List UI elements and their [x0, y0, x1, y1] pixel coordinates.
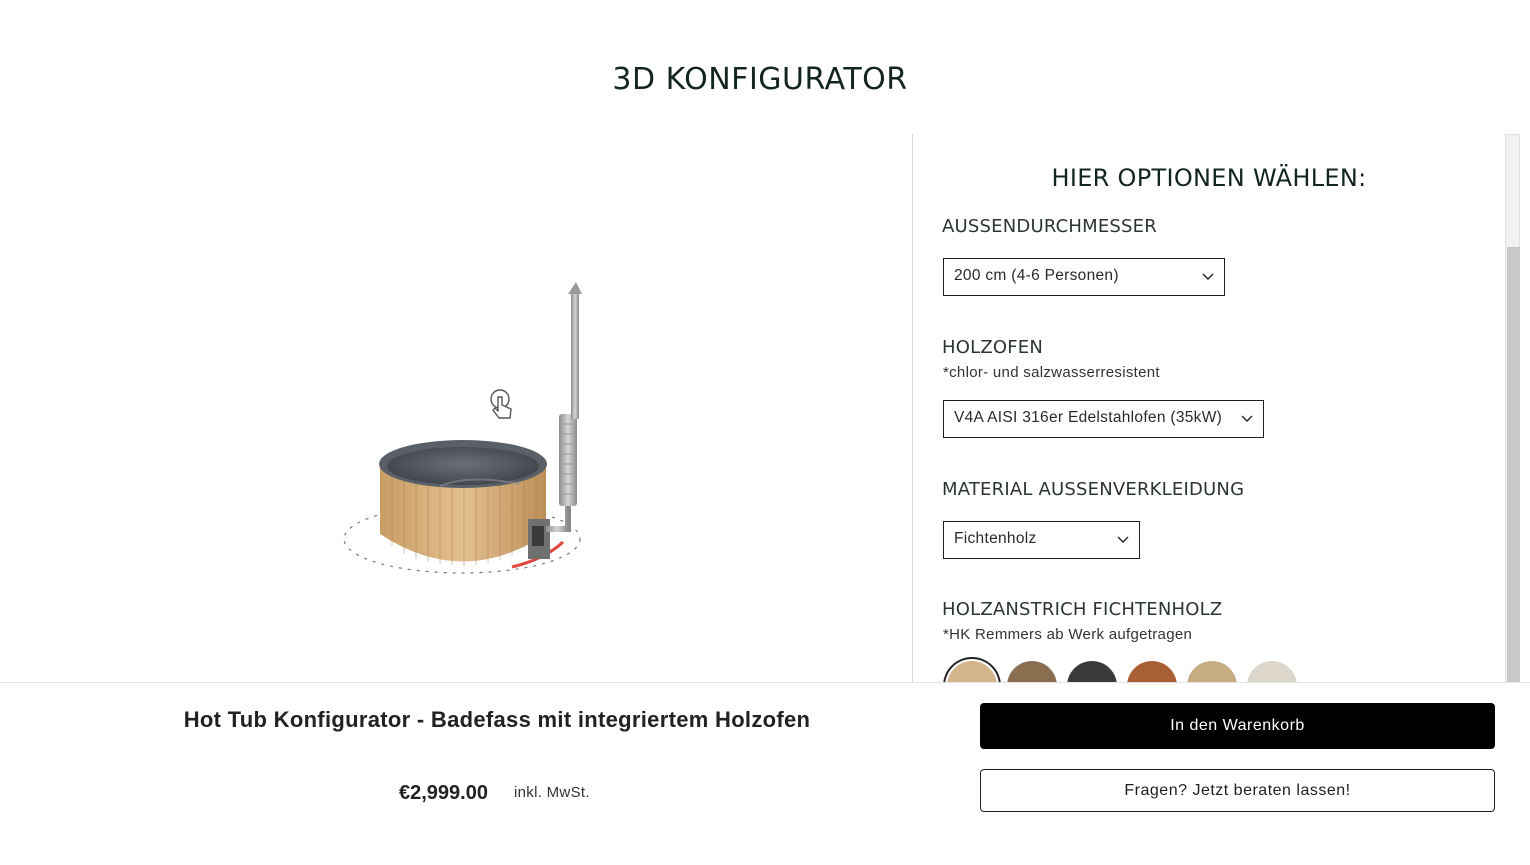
tax-note: inkl. MwSt. — [514, 784, 590, 801]
hot-tub-model[interactable] — [0, 134, 912, 682]
cladding-select[interactable]: Fichtenholz — [943, 521, 1140, 559]
stove-select-value: V4A AISI 316er Edelstahlofen (35kW) — [954, 409, 1223, 426]
chevron-down-icon — [1202, 273, 1214, 280]
chevron-down-icon — [1117, 536, 1129, 543]
finish-swatch[interactable] — [1007, 661, 1057, 682]
product-footer: Hot Tub Konfigurator - Badefass mit inte… — [0, 682, 1530, 865]
finish-note: *HK Remmers ab Werk aufgetragen — [943, 626, 1193, 643]
finish-swatch[interactable] — [947, 661, 997, 682]
finish-swatch[interactable] — [1067, 661, 1117, 682]
stove-select[interactable]: V4A AISI 316er Edelstahlofen (35kW) — [943, 400, 1264, 438]
options-scrollbar[interactable] — [1505, 134, 1520, 683]
stove-note: *chlor- und salzwasserresistent — [943, 364, 1160, 381]
consultation-button[interactable]: Fragen? Jetzt beraten lassen! — [980, 769, 1495, 812]
3d-viewer[interactable] — [0, 134, 912, 682]
finish-swatch[interactable] — [1127, 661, 1177, 682]
finish-label: HOLZANSTRICH FICHTENHOLZ — [942, 599, 1223, 620]
options-title: HIER OPTIONEN WÄHLEN: — [1051, 164, 1367, 192]
diameter-select-value: 200 cm (4-6 Personen) — [954, 267, 1119, 284]
finish-swatch[interactable] — [1187, 661, 1237, 682]
product-title: Hot Tub Konfigurator - Badefass mit inte… — [183, 707, 811, 732]
finish-swatch[interactable] — [1247, 661, 1297, 682]
stove-label: HOLZOFEN — [942, 337, 1044, 358]
options-panel: HIER OPTIONEN WÄHLEN: AUSSENDURCHMESSER … — [913, 134, 1505, 682]
page-title: 3D KONFIGURATOR — [612, 62, 908, 97]
cladding-select-value: Fichtenholz — [954, 530, 1037, 547]
cladding-label: MATERIAL AUSSENVERKLEIDUNG — [942, 479, 1245, 500]
diameter-select[interactable]: 200 cm (4-6 Personen) — [943, 258, 1225, 296]
hand-pointer-icon — [490, 389, 512, 419]
product-price: €2,999.00 — [399, 782, 488, 804]
add-to-cart-button[interactable]: In den Warenkorb — [980, 703, 1495, 749]
chevron-down-icon — [1241, 415, 1253, 422]
diameter-label: AUSSENDURCHMESSER — [942, 216, 1157, 237]
scrollbar-thumb[interactable] — [1507, 247, 1520, 683]
